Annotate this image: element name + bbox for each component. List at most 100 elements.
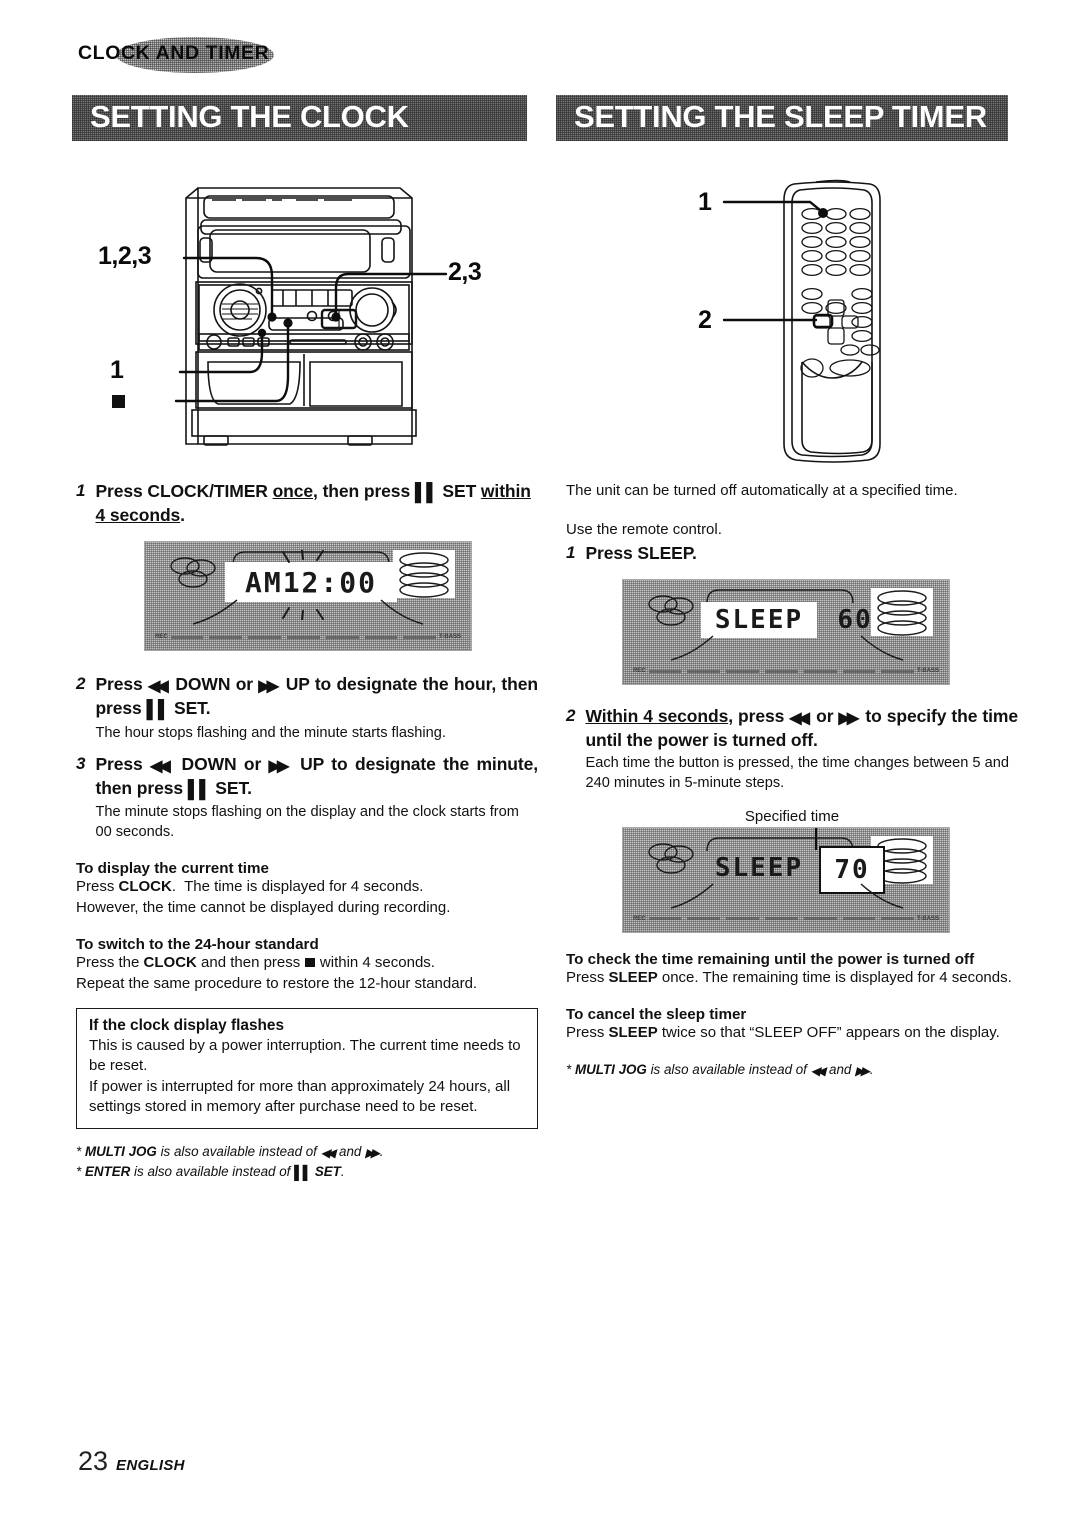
lcd-pointer-lines <box>670 882 904 909</box>
step-3-clock: 3 Press ◀◀ DOWN or ▶▶ UP to designate th… <box>76 753 538 842</box>
rewind-icon: ◀◀ <box>320 1145 336 1160</box>
lcd-tick <box>764 917 798 921</box>
page-number: 23 <box>78 1446 109 1476</box>
lcd-display-sleep-70: SLEEP 70 REC T-BASS <box>622 826 950 933</box>
rewind-icon: ◀◀ <box>789 709 810 728</box>
lcd-label-rec: REC <box>633 915 646 922</box>
page-language: ENGLISH <box>116 1457 185 1474</box>
callout-label-2-3: 2,3 <box>448 258 482 286</box>
lcd-display-sleep-60: SLEEP 60 REC T-BASS <box>622 579 950 686</box>
lcd-tick <box>803 669 837 673</box>
lcd-tick <box>648 669 682 673</box>
disc-icon <box>170 557 216 588</box>
step-2-sleep-note: Each time the button is pressed, the tim… <box>585 755 1009 791</box>
lcd-tick <box>286 635 320 639</box>
lcd-pointer-lines <box>192 599 424 625</box>
disc-icon <box>648 595 694 626</box>
fast-forward-icon: ▶▶ <box>855 1064 870 1079</box>
step-2-heading: Press ◀◀ DOWN or ▶▶ UP to designate the … <box>95 673 538 721</box>
subsection-body-check-remaining: Press SLEEP once. The remaining time is … <box>566 968 1012 986</box>
pause-set-icon: ▌▌ <box>294 1165 312 1181</box>
callout-stop-square-icon <box>112 395 125 408</box>
lcd-label-rec: REC <box>155 634 168 641</box>
lcd-pointer-lines <box>670 635 904 661</box>
clock-button-name: CLOCK <box>143 954 197 972</box>
note-box-clock-display-flashes: If the clock display flashes This is cau… <box>76 1008 538 1129</box>
lcd-tick <box>325 635 359 639</box>
lcd-tick <box>403 635 437 639</box>
callout-label-1-2-3: 1,2,3 <box>98 242 152 270</box>
lcd-tick <box>687 669 721 673</box>
stop-icon <box>305 957 315 968</box>
remote-control-illustration: 1 2 <box>690 176 940 468</box>
step-2-clock: 2 Press ◀◀ DOWN or ▶▶ UP to designate th… <box>76 673 538 743</box>
step-number: 2 <box>566 706 576 726</box>
manual-page: CLOCK AND TIMER SETTING THE CLOCK SETTIN… <box>0 0 1080 1517</box>
note-box-line-2: If power is interrupted for more than ap… <box>89 1077 511 1116</box>
step-number: 1 <box>76 481 86 500</box>
section-banner-setting-the-sleep-timer: SETTING THE SLEEP TIMER <box>556 95 1008 141</box>
step-3-heading: Press ◀◀ DOWN or ▶▶ UP to designate the … <box>95 753 538 801</box>
section-banner-label-sleep: SETTING THE SLEEP TIMER <box>574 99 987 134</box>
enter-term: ENTER <box>84 1164 131 1180</box>
lcd-label-rec: REC <box>633 668 646 675</box>
step-number: 2 <box>76 674 86 694</box>
section-banner-setting-the-clock: SETTING THE CLOCK <box>72 95 527 141</box>
subsection-title-check-remaining: To check the time remaining until the po… <box>566 950 975 968</box>
step-2-sleep: 2 Within 4 seconds, press ◀◀ or ▶▶ to sp… <box>566 705 1018 793</box>
lcd-tick <box>726 917 759 921</box>
right-column: The unit can be turned off automatically… <box>566 480 1018 1081</box>
step-2-note: The hour stops flashing and the minute s… <box>95 724 446 741</box>
within-4-seconds-underline: Within 4 seconds <box>585 706 729 727</box>
lcd-tick <box>803 917 837 921</box>
lcd-indicator-row: REC T-BASS <box>633 667 939 675</box>
step-3-note: The minute stops flashing on the display… <box>95 804 519 840</box>
section-banner-label-clock: SETTING THE CLOCK <box>90 99 409 134</box>
lcd-display-clock: AM12:00 ​ REC T-BASS <box>144 541 472 652</box>
lcd-tick <box>764 669 798 673</box>
callout-label-remote-2: 2 <box>698 306 712 334</box>
lcd-tick <box>842 917 876 921</box>
lcd-label-tbass: T-BASS <box>917 915 940 922</box>
step-1-text-d: . <box>180 505 185 526</box>
footnote-multi-jog-right: * MULTI JOG is also available instead of… <box>566 1060 1018 1080</box>
stereo-system-illustration: 1,2,3 2,3 1 <box>98 176 530 468</box>
clock-button-name: CLOCK <box>118 878 172 896</box>
lcd-tick <box>648 917 682 921</box>
multi-jog-term: MULTI JOG <box>574 1062 647 1078</box>
subsection-body-display-current-time: Press CLOCK. The time is displayed for 4… <box>76 878 451 916</box>
sleep-button-name: SLEEP <box>608 968 658 986</box>
lcd-indicator-row: REC T-BASS <box>633 915 939 923</box>
lcd-label-tbass: T-BASS <box>439 634 462 641</box>
step-1-heading: Press CLOCK/TIMER once, then press ▌▌ SE… <box>95 480 538 527</box>
sleep-intro-line-1: The unit can be turned off automatically… <box>566 482 958 499</box>
left-column: 1 Press CLOCK/TIMER once, then press ▌▌ … <box>76 480 538 1183</box>
rewind-icon: ◀◀ <box>147 677 169 696</box>
disc-icon <box>648 842 694 874</box>
pause-set-icon: ▌▌ <box>146 699 170 720</box>
pause-set-icon: ▌▌ <box>187 779 212 800</box>
footnote-multi-jog-left: * MULTI JOG is also available instead of… <box>76 1142 538 1162</box>
footnote-enter-left: * ENTER is also available instead of ▌▌ … <box>76 1162 538 1183</box>
rewind-icon: ◀◀ <box>810 1064 826 1079</box>
rewind-icon: ◀◀ <box>150 757 171 776</box>
lcd-tick <box>687 917 721 921</box>
sleep-button-name: SLEEP <box>608 1023 658 1041</box>
lcd-tick <box>842 669 876 673</box>
lcd-tick <box>248 635 281 639</box>
subsection-body-cancel-sleep: Press SLEEP twice so that “SLEEP OFF” ap… <box>566 1023 1000 1041</box>
step-2-sleep-heading: Within 4 seconds, press ◀◀ or ▶▶ to spec… <box>585 706 1019 751</box>
subsection-title-cancel-sleep: To cancel the sleep timer <box>566 1005 747 1023</box>
subsection-title-24-hour: To switch to the 24-hour standard <box>76 936 319 954</box>
chapter-tab: CLOCK AND TIMER <box>78 36 308 74</box>
lcd-label-tbass: T-BASS <box>917 668 940 675</box>
pause-set-icon: ▌▌ <box>414 482 439 502</box>
fast-forward-icon: ▶▶ <box>365 1145 380 1160</box>
stereo-system-drawing <box>174 187 448 446</box>
step-number: 3 <box>76 754 86 774</box>
lcd-tick <box>881 917 915 921</box>
callout-label-remote-1: 1 <box>698 188 712 216</box>
lcd-tick <box>881 669 915 673</box>
step-1-text-c: SET <box>437 481 481 501</box>
subsection-title-display-current-time: To display the current time <box>76 860 269 878</box>
